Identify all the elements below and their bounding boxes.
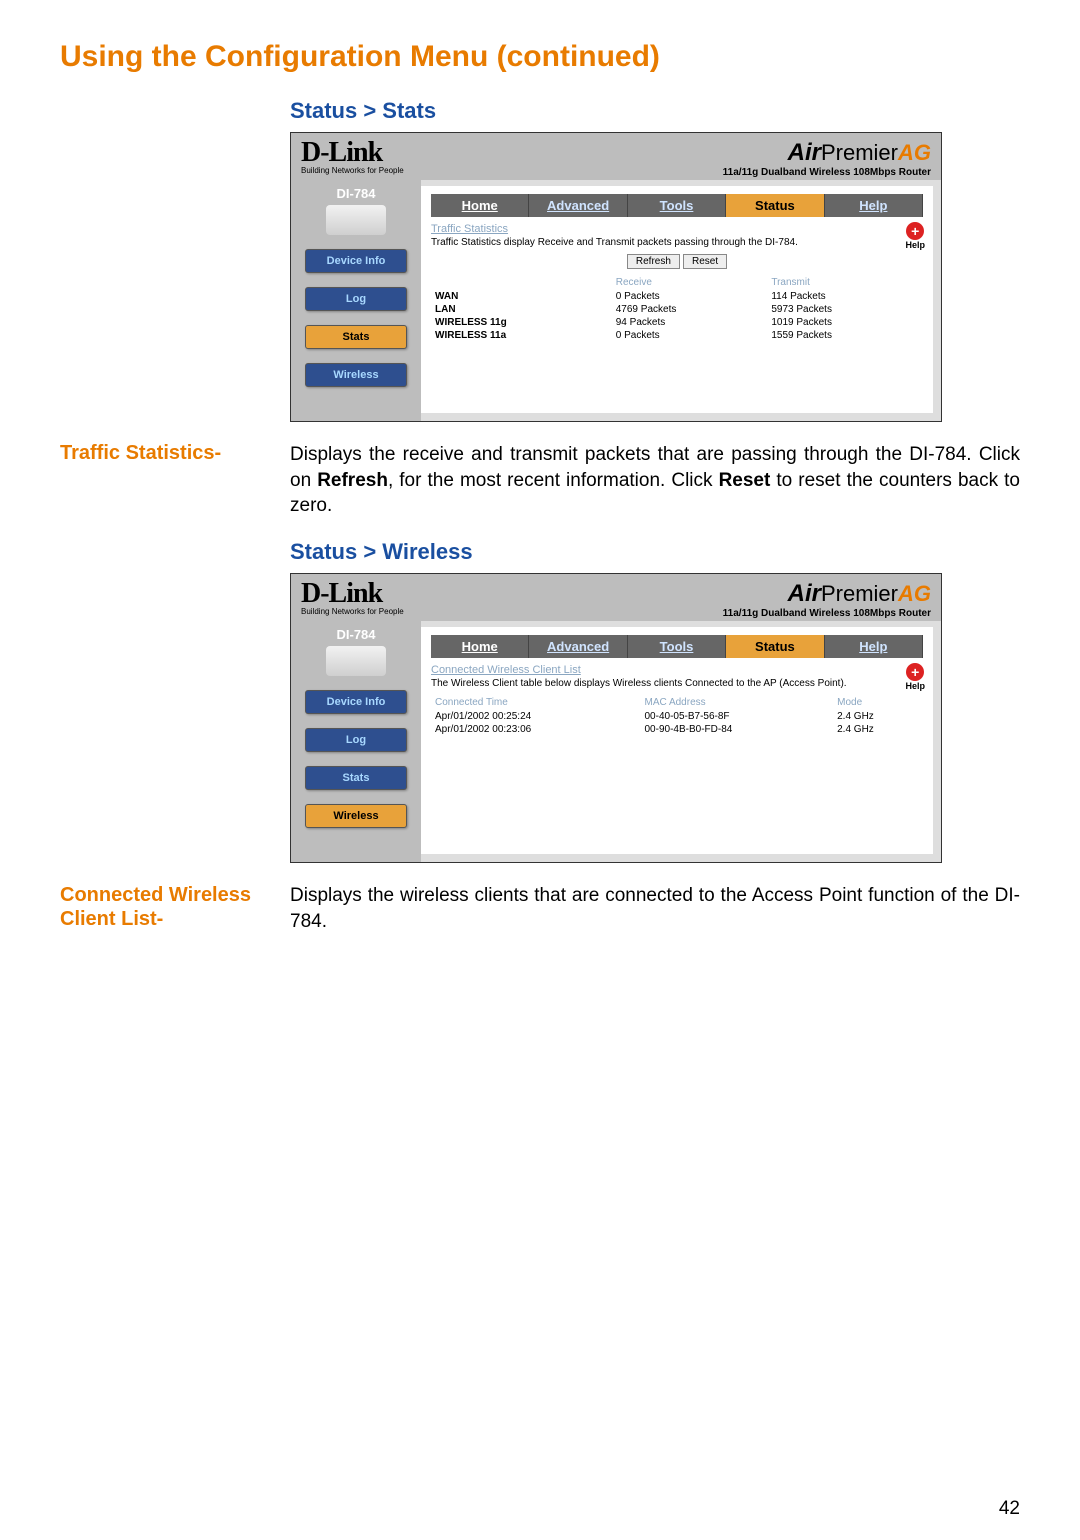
breadcrumb-stats: Status > Stats <box>290 98 1020 124</box>
model-label: DI-784 <box>297 627 415 642</box>
entry-body-wireless: Displays the wireless clients that are c… <box>290 883 1020 934</box>
top-tabs: Home Advanced Tools Status Help <box>431 635 923 658</box>
entry-body-stats: Displays the receive and transmit packet… <box>290 442 1020 519</box>
wireless-client-table: Connected Time MAC Address Mode Apr/01/2… <box>431 695 923 736</box>
tab-tools[interactable]: Tools <box>628 635 726 658</box>
entry-label-stats: Traffic Statistics- <box>60 442 290 465</box>
dlink-logo: D-Link Building Networks for People <box>301 580 404 616</box>
page-title: Using the Configuration Menu (continued) <box>60 40 1020 74</box>
tab-home[interactable]: Home <box>431 194 529 217</box>
stats-screenshot: D-Link Building Networks for People AirP… <box>290 132 942 422</box>
tab-advanced[interactable]: Advanced <box>529 635 627 658</box>
stats-table: Receive Transmit WAN0 Packets114 Packets… <box>431 275 923 342</box>
help-badge[interactable]: + Help <box>905 222 925 250</box>
stats-description: Traffic Statistics display Receive and T… <box>431 237 923 248</box>
section-title-wireless: Connected Wireless Client List <box>431 664 923 676</box>
col-mac: MAC Address <box>641 695 834 710</box>
entry-label-wireless: Connected Wireless Client List- <box>60 883 290 931</box>
col-receive: Receive <box>612 275 768 290</box>
sidebar-wireless[interactable]: Wireless <box>305 804 407 828</box>
wireless-screenshot: D-Link Building Networks for People AirP… <box>290 573 942 863</box>
tab-tools[interactable]: Tools <box>628 194 726 217</box>
tab-advanced[interactable]: Advanced <box>529 194 627 217</box>
sidebar-log[interactable]: Log <box>305 728 407 752</box>
reset-button[interactable]: Reset <box>683 254 727 269</box>
sidebar-stats[interactable]: Stats <box>305 766 407 790</box>
help-badge[interactable]: + Help <box>905 663 925 691</box>
tab-home[interactable]: Home <box>431 635 529 658</box>
tab-status[interactable]: Status <box>726 635 824 658</box>
router-image-icon <box>326 646 386 676</box>
plus-icon: + <box>906 663 924 681</box>
plus-icon: + <box>906 222 924 240</box>
refresh-button[interactable]: Refresh <box>627 254 680 269</box>
tab-status[interactable]: Status <box>726 194 824 217</box>
sidebar-log[interactable]: Log <box>305 287 407 311</box>
section-title-stats: Traffic Statistics <box>431 223 923 235</box>
col-connected-time: Connected Time <box>431 695 641 710</box>
breadcrumb-wireless: Status > Wireless <box>290 539 1020 565</box>
tab-help[interactable]: Help <box>825 635 923 658</box>
wireless-description: The Wireless Client table below displays… <box>431 678 923 689</box>
col-mode: Mode <box>833 695 923 710</box>
router-image-icon <box>326 205 386 235</box>
product-logo: AirPremierAG 11a/11g Dualband Wireless 1… <box>723 139 931 178</box>
table-row: WAN0 Packets114 Packets <box>431 290 923 303</box>
model-label: DI-784 <box>297 186 415 201</box>
table-row: Apr/01/2002 00:23:0600-90-4B-B0-FD-842.4… <box>431 723 923 736</box>
top-tabs: Home Advanced Tools Status Help <box>431 194 923 217</box>
table-row: LAN4769 Packets5973 Packets <box>431 303 923 316</box>
page-number: 42 <box>999 1498 1020 1520</box>
sidebar-device-info[interactable]: Device Info <box>305 690 407 714</box>
dlink-logo: D-Link Building Networks for People <box>301 139 404 175</box>
table-row: Apr/01/2002 00:25:2400-40-05-B7-56-8F2.4… <box>431 710 923 723</box>
table-row: WIRELESS 11a0 Packets1559 Packets <box>431 329 923 342</box>
table-row: WIRELESS 11g94 Packets1019 Packets <box>431 316 923 329</box>
sidebar-device-info[interactable]: Device Info <box>305 249 407 273</box>
sidebar-wireless[interactable]: Wireless <box>305 363 407 387</box>
tab-help[interactable]: Help <box>825 194 923 217</box>
sidebar-stats[interactable]: Stats <box>305 325 407 349</box>
product-logo: AirPremierAG 11a/11g Dualband Wireless 1… <box>723 580 931 619</box>
col-transmit: Transmit <box>767 275 923 290</box>
